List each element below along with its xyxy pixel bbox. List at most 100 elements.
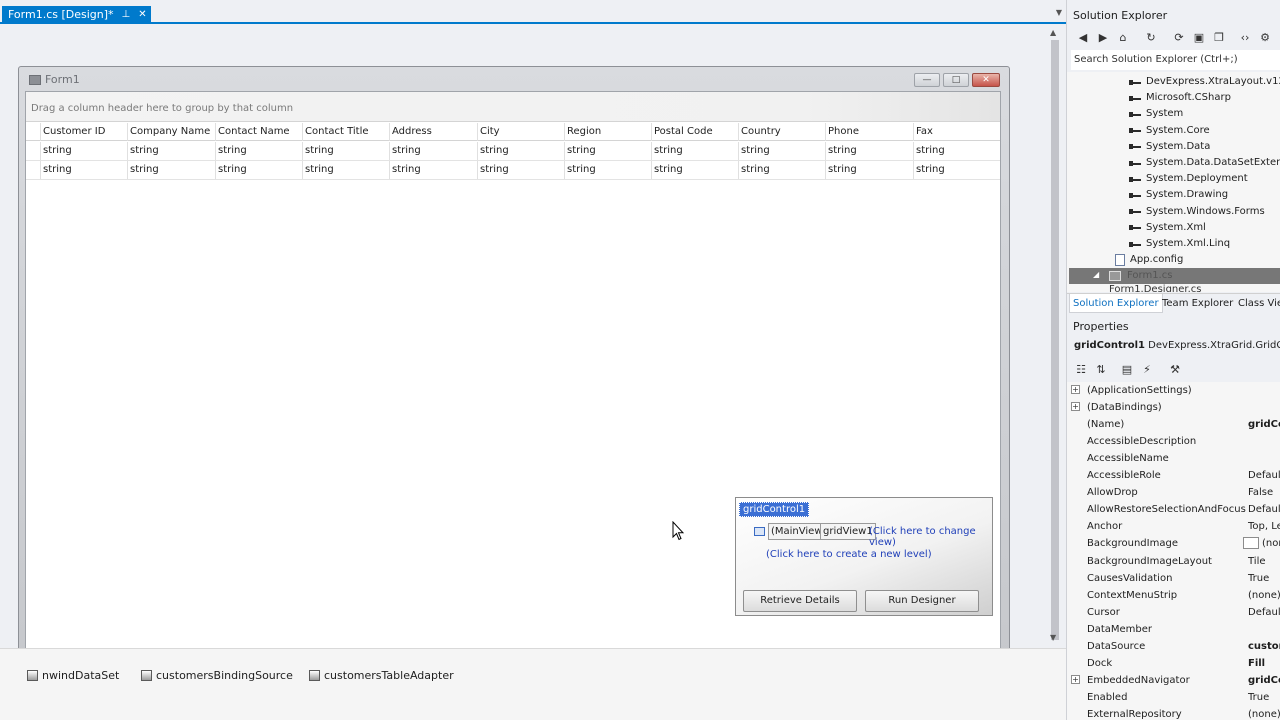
tray-item-table-adapter[interactable]: customersTableAdapter [309, 667, 454, 683]
table-cell[interactable]: string [302, 142, 389, 160]
column-header[interactable]: Region [564, 123, 651, 141]
property-value[interactable]: False [1248, 484, 1273, 501]
property-value[interactable]: gridControl1 [1248, 672, 1280, 689]
categorized-icon[interactable]: ☷ [1073, 362, 1089, 378]
tab-class-view[interactable]: Class View [1235, 294, 1280, 313]
tree-item-reference[interactable]: System.Data [1129, 139, 1210, 155]
row-indicator[interactable] [26, 161, 40, 179]
column-header[interactable]: Phone [825, 123, 912, 141]
properties-view-icon[interactable]: ▤ [1119, 362, 1135, 378]
property-row[interactable]: Enabled True [1067, 689, 1280, 706]
properties-object-selector[interactable]: gridControl1 DevExpress.XtraGrid.GridCon… [1074, 340, 1280, 351]
table-cell[interactable]: string [564, 142, 651, 160]
table-cell[interactable]: string [389, 161, 476, 179]
designer-vertical-scrollbar[interactable]: ▲ ▼ [1048, 26, 1062, 644]
property-row[interactable]: AccessibleDescription [1067, 433, 1280, 450]
table-cell[interactable]: string [215, 142, 302, 160]
property-pages-icon[interactable]: ⚒ [1167, 362, 1183, 378]
tree-item-reference[interactable]: System.Windows.Forms [1129, 204, 1265, 220]
property-row[interactable]: CausesValidation True [1067, 570, 1280, 587]
property-value[interactable]: Default [1248, 467, 1280, 484]
tree-item-reference[interactable]: System.Xml [1129, 220, 1206, 236]
home-icon[interactable]: ⌂ [1115, 30, 1131, 46]
property-row[interactable]: DataSource customersBindingSource [1067, 638, 1280, 655]
tree-item-form1-designer[interactable]: Form1.Designer.cs [1109, 284, 1202, 292]
table-cell[interactable]: string [127, 161, 214, 179]
column-header[interactable]: Postal Code [651, 123, 738, 141]
tree-item-app-config[interactable]: App.config [1115, 252, 1183, 268]
change-view-link[interactable]: (Click here to change view) [869, 526, 992, 548]
property-row[interactable]: + (DataBindings) [1067, 399, 1280, 416]
column-header[interactable]: Customer ID [40, 123, 127, 141]
grid-view-chip[interactable]: gridView1 [820, 523, 876, 540]
property-value[interactable]: Default [1248, 501, 1280, 518]
tree-item-reference[interactable]: Microsoft.CSharp [1129, 90, 1231, 106]
tray-item-dataset[interactable]: nwindDataSet [27, 667, 119, 683]
property-row[interactable]: AllowRestoreSelectionAndFocusDefault [1067, 501, 1280, 518]
property-value[interactable]: Fill [1248, 655, 1265, 672]
row-indicator[interactable] [26, 142, 40, 160]
table-cell[interactable]: string [738, 142, 825, 160]
minimize-button[interactable]: — [914, 73, 940, 87]
table-cell[interactable]: string [302, 161, 389, 179]
tree-item-reference[interactable]: System.Xml.Linq [1129, 236, 1230, 252]
expand-icon[interactable]: ◢ [1093, 270, 1099, 279]
property-value[interactable]: customersBindingSource [1248, 638, 1280, 655]
expand-icon[interactable]: + [1071, 402, 1080, 412]
run-designer-button[interactable]: Run Designer [865, 590, 979, 612]
column-header[interactable]: Fax [913, 123, 1000, 141]
table-cell[interactable]: string [477, 161, 564, 179]
tree-item-reference[interactable]: System [1129, 106, 1183, 122]
forward-icon[interactable]: ▶ [1095, 30, 1111, 46]
form-titlebar[interactable]: Form1 — □ ✕ [19, 67, 1009, 91]
property-row[interactable]: + EmbeddedNavigator gridControl1 [1067, 672, 1280, 689]
table-cell[interactable]: string [913, 142, 1000, 160]
column-header[interactable]: Company Name [127, 123, 214, 141]
tree-item-reference[interactable]: System.Drawing [1129, 187, 1228, 203]
table-cell[interactable]: string [477, 142, 564, 160]
tray-item-binding-source[interactable]: customersBindingSource [141, 667, 293, 683]
tab-solution-explorer[interactable]: Solution Explorer [1069, 294, 1163, 313]
column-header[interactable]: Address [389, 123, 476, 141]
property-value[interactable]: (none) [1248, 587, 1280, 604]
tab-team-explorer[interactable]: Team Explorer [1159, 294, 1236, 313]
expand-icon[interactable]: + [1071, 385, 1080, 394]
table-cell[interactable]: string [651, 161, 738, 179]
refresh-icon[interactable]: ⟳ [1171, 30, 1187, 46]
property-row[interactable]: BackgroundImageLayout Tile [1067, 553, 1280, 570]
tree-item-reference[interactable]: DevExpress.XtraLayout.v12.2 [1129, 74, 1280, 90]
table-cell[interactable]: string [215, 161, 302, 179]
table-cell[interactable]: string [40, 142, 127, 160]
property-value[interactable]: (none) [1243, 535, 1280, 552]
property-value[interactable]: Tile [1248, 553, 1266, 570]
create-level-link[interactable]: (Click here to create a new level) [766, 549, 932, 560]
properties-icon[interactable]: ⚙ [1257, 30, 1273, 46]
events-icon[interactable]: ⚡ [1139, 362, 1155, 378]
property-row[interactable]: AllowDrop False [1067, 484, 1280, 501]
table-cell[interactable]: string [738, 161, 825, 179]
scroll-up-icon[interactable]: ▲ [1050, 28, 1056, 37]
back-icon[interactable]: ◀ [1075, 30, 1091, 46]
collapse-all-icon[interactable]: ▣ [1191, 30, 1207, 46]
property-row[interactable]: Dock Fill [1067, 655, 1280, 672]
property-row[interactable]: Anchor Top, Left [1067, 518, 1280, 535]
expand-icon[interactable]: + [1071, 674, 1080, 684]
alphabetical-icon[interactable]: ⇅ [1093, 362, 1109, 378]
property-row[interactable]: + (ApplicationSettings) [1067, 382, 1280, 399]
property-row[interactable]: (Name) gridControl1 [1067, 416, 1280, 433]
tree-item-form1[interactable]: ◢ Form1.cs [1069, 268, 1280, 284]
column-header[interactable]: Contact Title [302, 123, 389, 141]
property-value[interactable]: Default [1248, 604, 1280, 621]
retrieve-details-button[interactable]: Retrieve Details [743, 590, 857, 612]
column-header[interactable]: Contact Name [215, 123, 302, 141]
property-row[interactable]: Cursor Default [1067, 604, 1280, 621]
table-row[interactable]: string string string string string string stri… [26, 142, 1000, 161]
property-value[interactable]: True [1248, 570, 1269, 587]
form-close-button[interactable]: ✕ [972, 73, 1000, 87]
document-tab[interactable]: Form1.cs [Design]* ⊥ ✕ [2, 6, 151, 24]
sync-icon[interactable]: ↻ [1143, 30, 1159, 46]
property-row[interactable]: BackgroundImage (none) [1067, 535, 1280, 552]
pin-icon[interactable]: ⊥ [122, 6, 131, 24]
tree-item-reference[interactable]: System.Data.DataSetExtensions [1129, 155, 1280, 171]
tree-item-reference[interactable]: System.Deployment [1129, 171, 1248, 187]
